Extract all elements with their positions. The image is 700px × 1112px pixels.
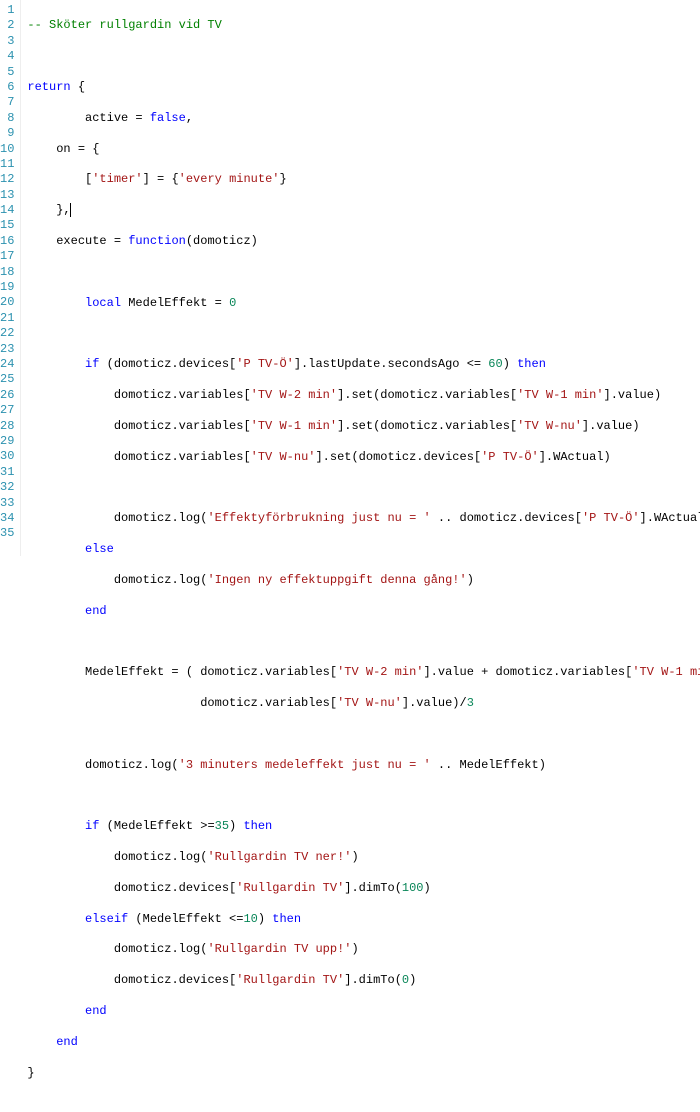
line-number: 17 (0, 249, 14, 264)
code-line: domoticz.variables['TV W-nu'].value)/3 (27, 696, 700, 711)
code-line: domoticz.variables['TV W-2 min'].set(dom… (27, 388, 700, 403)
code-editor[interactable]: 1 2 3 4 5 6 7 8 9 10 11 12 13 14 15 16 1… (0, 0, 700, 556)
keyword: end (85, 604, 107, 618)
keyword: local (85, 296, 121, 310)
code-line (27, 480, 700, 495)
code-line: domoticz.log('Rullgardin TV ner!') (27, 850, 700, 865)
line-number: 23 (0, 342, 14, 357)
line-number: 3 (0, 34, 14, 49)
line-number: 30 (0, 449, 14, 464)
code-line: execute = function(domoticz) (27, 234, 700, 249)
code-line: else (27, 542, 700, 557)
keyword: end (56, 1035, 78, 1049)
code-line: if (MedelEffekt >=35) then (27, 819, 700, 834)
line-number: 8 (0, 111, 14, 126)
code-line: domoticz.log('Rullgardin TV upp!') (27, 942, 700, 957)
code-line (27, 49, 700, 64)
string: 'timer' (92, 172, 142, 186)
code-line: end (27, 1035, 700, 1050)
code-line: domoticz.log('Effektyförbrukning just nu… (27, 511, 700, 526)
code-line: end (27, 1004, 700, 1019)
line-number: 15 (0, 218, 14, 233)
line-number: 4 (0, 49, 14, 64)
code-line (27, 788, 700, 803)
line-number: 31 (0, 465, 14, 480)
code-line: MedelEffekt = ( domoticz.variables['TV W… (27, 665, 700, 680)
code-line: if (domoticz.devices['P TV-Ö'].lastUpdat… (27, 357, 700, 372)
bool: false (150, 111, 186, 125)
line-number: 26 (0, 388, 14, 403)
line-number-gutter: 1 2 3 4 5 6 7 8 9 10 11 12 13 14 15 16 1… (0, 0, 21, 556)
line-number: 14 (0, 203, 14, 218)
code-line: -- Sköter rullgardin vid TV (27, 18, 700, 33)
code-line: return { (27, 80, 700, 95)
prop: active = (85, 111, 150, 125)
keyword: end (85, 1004, 107, 1018)
line-number: 24 (0, 357, 14, 372)
string: 'every minute' (179, 172, 280, 186)
line-number: 33 (0, 496, 14, 511)
code-line: domoticz.variables['TV W-nu'].set(domoti… (27, 450, 700, 465)
line-number: 13 (0, 188, 14, 203)
code-line (27, 727, 700, 742)
keyword: return (27, 80, 70, 94)
code-line: elseif (MedelEffekt <=10) then (27, 912, 700, 927)
line-number: 6 (0, 80, 14, 95)
comment: -- Sköter rullgardin vid TV (27, 18, 221, 32)
line-number: 10 (0, 142, 14, 157)
code-line: ['timer'] = {'every minute'} (27, 172, 700, 187)
prop: on = { (56, 142, 99, 156)
line-number: 5 (0, 65, 14, 80)
code-line: domoticz.devices['Rullgardin TV'].dimTo(… (27, 973, 700, 988)
number: 0 (229, 296, 236, 310)
line-number: 19 (0, 280, 14, 295)
line-number: 25 (0, 372, 14, 387)
line-number: 34 (0, 511, 14, 526)
line-number: 20 (0, 295, 14, 310)
line-number: 9 (0, 126, 14, 141)
line-number: 2 (0, 18, 14, 33)
line-number: 28 (0, 419, 14, 434)
code-line (27, 634, 700, 649)
keyword: elseif (85, 912, 128, 926)
line-number: 18 (0, 265, 14, 280)
code-line: on = { (27, 142, 700, 157)
code-line (27, 326, 700, 341)
code-line: active = false, (27, 111, 700, 126)
line-number: 11 (0, 157, 14, 172)
line-number: 7 (0, 95, 14, 110)
code-line: domoticz.variables['TV W-1 min'].set(dom… (27, 419, 700, 434)
code-line (27, 265, 700, 280)
line-number: 12 (0, 172, 14, 187)
code-line: local MedelEffekt = 0 (27, 296, 700, 311)
line-number: 35 (0, 526, 14, 541)
code-line: } (27, 1066, 700, 1081)
keyword: if (85, 819, 99, 833)
code-line: domoticz.log('Ingen ny effektuppgift den… (27, 573, 700, 588)
line-number: 21 (0, 311, 14, 326)
code-line: domoticz.devices['Rullgardin TV'].dimTo(… (27, 881, 700, 896)
code-area[interactable]: -- Sköter rullgardin vid TV return { act… (21, 0, 700, 556)
code-line: domoticz.log('3 minuters medeleffekt jus… (27, 758, 700, 773)
code-line: }, (27, 203, 700, 218)
line-number: 16 (0, 234, 14, 249)
code-line: end (27, 604, 700, 619)
keyword: else (85, 542, 114, 556)
keyword: function (128, 234, 186, 248)
keyword: if (85, 357, 99, 371)
line-number: 29 (0, 434, 14, 449)
text-cursor (70, 203, 71, 217)
prop: execute = (56, 234, 128, 248)
line-number: 22 (0, 326, 14, 341)
line-number: 1 (0, 3, 14, 18)
line-number: 32 (0, 480, 14, 495)
line-number: 27 (0, 403, 14, 418)
